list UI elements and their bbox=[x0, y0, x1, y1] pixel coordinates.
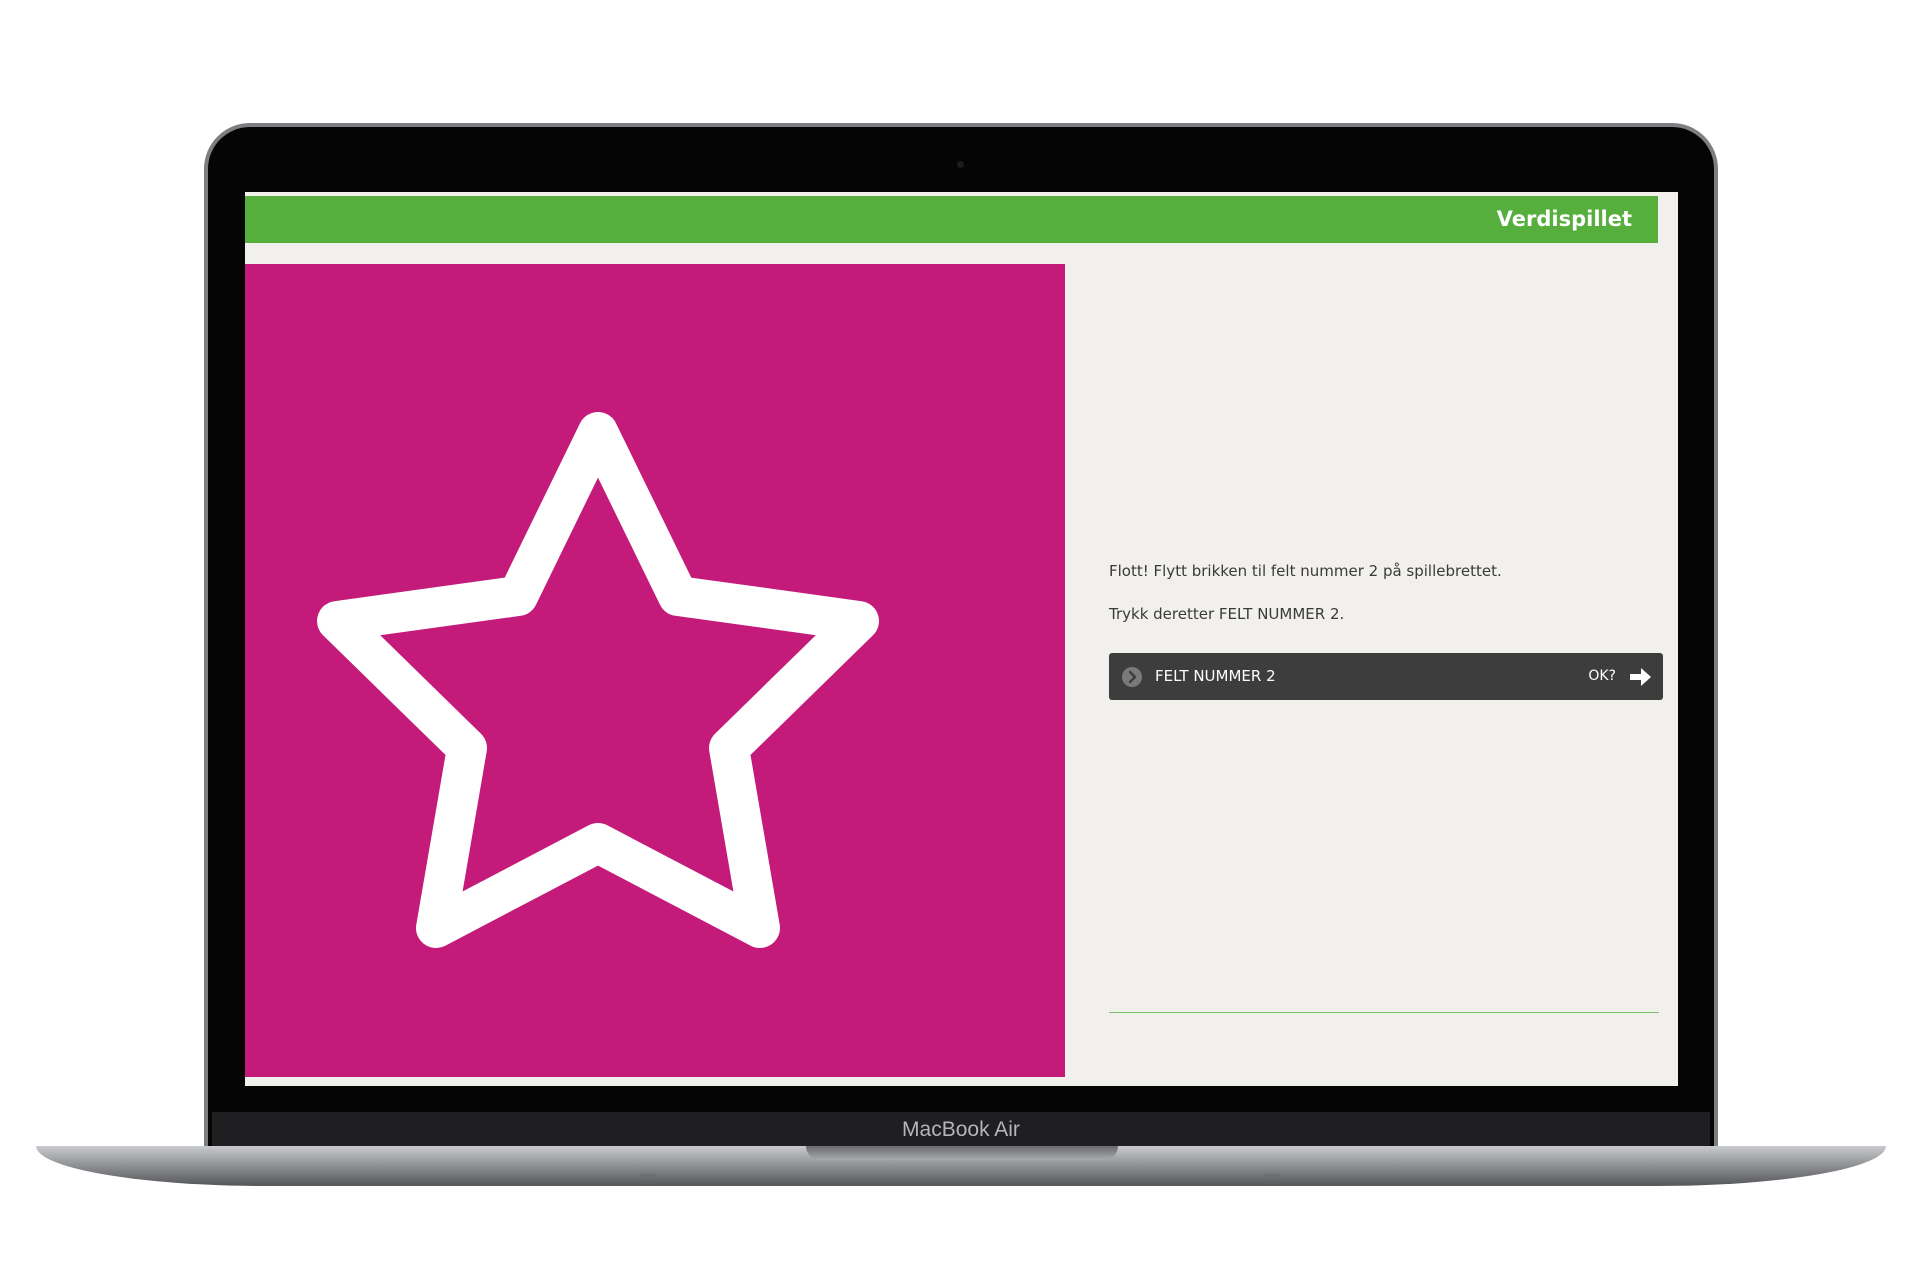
star-outline-icon bbox=[317, 412, 879, 948]
card-image bbox=[245, 264, 1065, 1077]
arrow-right-icon bbox=[1630, 668, 1651, 686]
divider bbox=[1109, 1012, 1659, 1013]
laptop-notch bbox=[806, 1146, 1118, 1160]
camera-icon bbox=[957, 161, 964, 168]
app-title: Verdispillet bbox=[1496, 207, 1632, 231]
action-label: FELT NUMMER 2 bbox=[1155, 667, 1276, 685]
device-mockup: Verdispillet Flott! Flytt brikken til fe… bbox=[0, 0, 1920, 1280]
feedback-message: Flott! Flytt brikken til felt nummer 2 p… bbox=[1109, 562, 1502, 580]
felt-nummer-2-button[interactable]: FELT NUMMER 2 OK? bbox=[1109, 653, 1663, 700]
laptop-foot bbox=[1264, 1174, 1280, 1177]
device-label: MacBook Air bbox=[902, 1118, 1020, 1141]
app-header: Verdispillet bbox=[245, 196, 1658, 243]
laptop-foot bbox=[640, 1174, 656, 1177]
laptop-chin: MacBook Air bbox=[212, 1112, 1710, 1147]
confirm-label: OK? bbox=[1588, 668, 1616, 684]
instruction-text: Trykk deretter FELT NUMMER 2. bbox=[1109, 605, 1345, 623]
chevron-right-circle-icon bbox=[1122, 667, 1142, 687]
app-screen: Verdispillet Flott! Flytt brikken til fe… bbox=[245, 192, 1678, 1086]
